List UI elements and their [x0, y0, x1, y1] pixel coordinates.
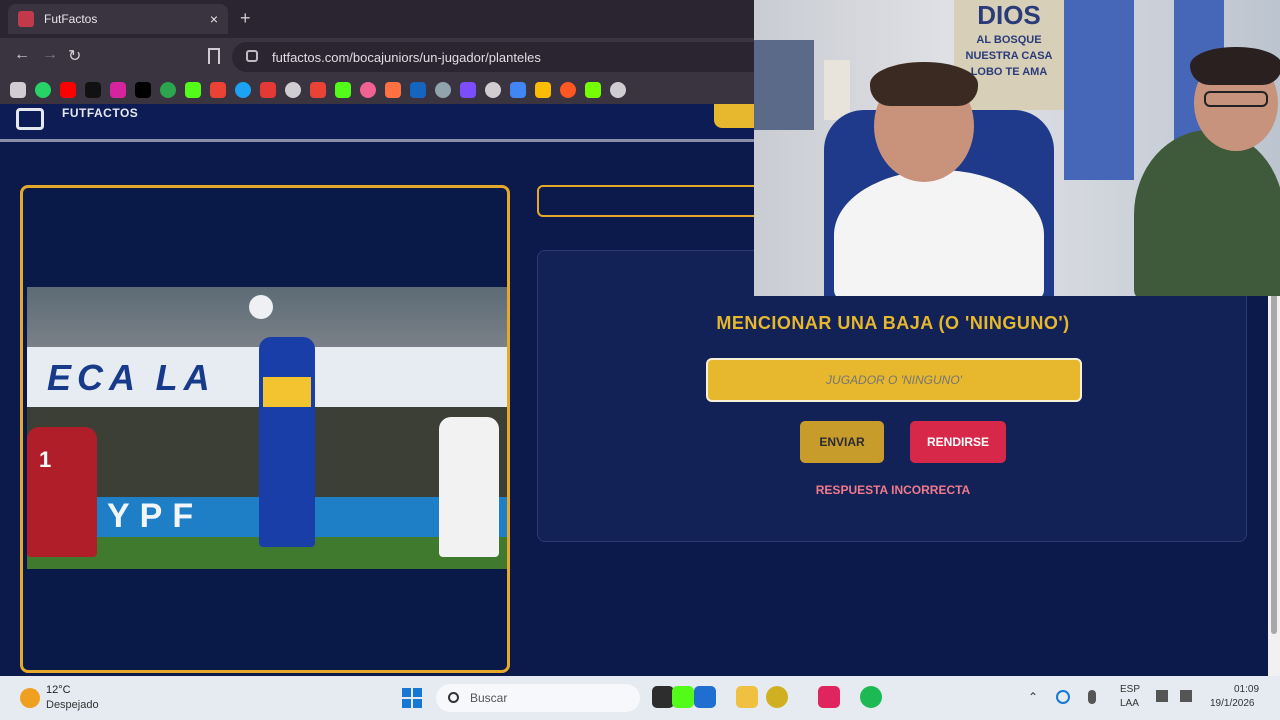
weather-temperature[interactable]: 12°C: [46, 684, 71, 696]
gmail-icon-2[interactable]: [310, 82, 326, 98]
boca-stripe: [263, 377, 311, 407]
wifi-icon[interactable]: [1156, 690, 1168, 702]
bookmark-blue-square-icon[interactable]: [410, 82, 426, 98]
forward-icon[interactable]: →: [42, 46, 58, 64]
youtube-icon[interactable]: [60, 82, 76, 98]
tab-futfactos[interactable]: FutFactos ×: [8, 4, 228, 34]
microphone-icon[interactable]: [1088, 690, 1096, 704]
scrollbar-thumb[interactable]: [1271, 294, 1277, 634]
person-left-hair: [870, 62, 978, 106]
poster-line-1: AL BOSQUE: [976, 34, 1042, 46]
tab-title: FutFactos: [44, 12, 98, 26]
windows-taskbar: 12°C Despejado Buscar ⌃ ESP LAA 01:09 19…: [0, 676, 1280, 720]
spotify-app-icon[interactable]: [860, 686, 882, 708]
boca-player: [259, 337, 315, 547]
taskbar-search[interactable]: Buscar: [436, 684, 640, 712]
glasses: [1204, 91, 1268, 107]
person-right-head: [1190, 47, 1280, 151]
bookmark-fire-icon[interactable]: [560, 82, 576, 98]
bookmark-icon[interactable]: [208, 48, 220, 64]
language-line-1[interactable]: ESP: [1120, 684, 1140, 695]
new-tab-icon[interactable]: +: [240, 8, 251, 29]
send-button[interactable]: ENVIAR: [800, 421, 884, 463]
url-text: futfactos.com/bocajuniors/un-jugador/pla…: [272, 49, 541, 65]
drive-icon[interactable]: [535, 82, 551, 98]
docs-icon[interactable]: [510, 82, 526, 98]
language-line-2[interactable]: LAA: [1120, 698, 1139, 709]
search-icon: [448, 692, 459, 703]
bookmark-grey-icon[interactable]: [435, 82, 451, 98]
bookmark-more-icon[interactable]: [610, 82, 626, 98]
wall-photo: [754, 40, 814, 130]
clock-time[interactable]: 01:09: [1234, 684, 1259, 695]
feedback-text: RESPUESTA INCORRECTA: [815, 483, 971, 497]
apps-grid-icon[interactable]: [10, 82, 26, 98]
kick-icon-2[interactable]: [335, 82, 351, 98]
kick-app-icon[interactable]: [672, 686, 694, 708]
wall-photo-small: [824, 60, 850, 120]
bookmark-green-icon[interactable]: [160, 82, 176, 98]
bookmark-gauge-icon[interactable]: [285, 82, 301, 98]
bookmark-d-icon[interactable]: [585, 82, 601, 98]
goalkeeper-player: 1: [27, 427, 97, 557]
poster-title: DIOS: [977, 0, 1041, 30]
kick-icon[interactable]: [185, 82, 201, 98]
tiktok-icon[interactable]: [85, 82, 101, 98]
person-left-head: [870, 62, 978, 182]
site-name[interactable]: FUTFACTOS: [62, 106, 138, 120]
give-up-button[interactable]: RENDIRSE: [910, 421, 1006, 463]
windows-start-icon[interactable]: [402, 688, 422, 708]
banner-text: ECA LA: [47, 357, 216, 398]
river-player: [439, 417, 499, 557]
tray-network-icon[interactable]: [1056, 690, 1070, 704]
person-right-hair: [1190, 47, 1280, 85]
tiktok-app-icon[interactable]: [818, 686, 840, 708]
webcam-overlay: DIOS AL BOSQUE NUESTRA CASA LOBO TE AMA: [754, 0, 1280, 296]
gmail-icon[interactable]: [210, 82, 226, 98]
weather-moon-icon[interactable]: [20, 688, 40, 708]
futfactos-favicon-icon: [18, 11, 34, 27]
player-image-card: ECA LA YPF 1: [20, 185, 510, 673]
bookmark-blue-icon[interactable]: [235, 82, 251, 98]
question-text: MENCIONAR UNA BAJA (O 'NINGUNO'): [716, 313, 1070, 333]
goalkeeper-number: 1: [39, 447, 52, 472]
x-icon[interactable]: [135, 82, 151, 98]
bookmark-purple-icon[interactable]: [460, 82, 476, 98]
tray-expand-icon[interactable]: ⌃: [1028, 690, 1038, 704]
answer-input[interactable]: [706, 358, 1082, 402]
taskview-icon[interactable]: [652, 686, 674, 708]
person-right: [1134, 130, 1280, 296]
top-field[interactable]: [537, 185, 767, 217]
bookmark-orange-icon[interactable]: [385, 82, 401, 98]
adboard-text: YPF: [107, 497, 204, 535]
futfactos-logo-icon[interactable]: [16, 108, 44, 130]
emoji-app-icon[interactable]: [766, 686, 788, 708]
search-placeholder: Buscar: [470, 691, 508, 705]
address-bar[interactable]: futfactos.com/bocajuniors/un-jugador/pla…: [232, 42, 792, 72]
volume-icon[interactable]: [1180, 690, 1192, 702]
match-photo: ECA LA YPF 1: [27, 287, 507, 569]
folder-app-icon[interactable]: [736, 686, 758, 708]
ball: [249, 295, 273, 319]
poster-line-2: NUESTRA CASA: [965, 50, 1053, 62]
person-left: [834, 170, 1044, 296]
weather-description[interactable]: Despejado: [46, 699, 99, 711]
whatsapp-icon[interactable]: [35, 82, 51, 98]
back-icon[interactable]: ←: [14, 46, 30, 64]
curtain-left: [1064, 0, 1134, 180]
reload-icon[interactable]: ↻: [68, 46, 81, 66]
close-icon[interactable]: ×: [210, 11, 218, 27]
browser-app-icon[interactable]: [694, 686, 716, 708]
openai-icon[interactable]: [485, 82, 501, 98]
boca-badge-icon[interactable]: [714, 104, 754, 128]
clock-date[interactable]: 19/1/2026: [1210, 698, 1255, 709]
bookmark-pink-icon[interactable]: [360, 82, 376, 98]
instagram-icon[interactable]: [110, 82, 126, 98]
bookmark-red-icon[interactable]: [260, 82, 276, 98]
site-info-icon[interactable]: [246, 50, 258, 62]
